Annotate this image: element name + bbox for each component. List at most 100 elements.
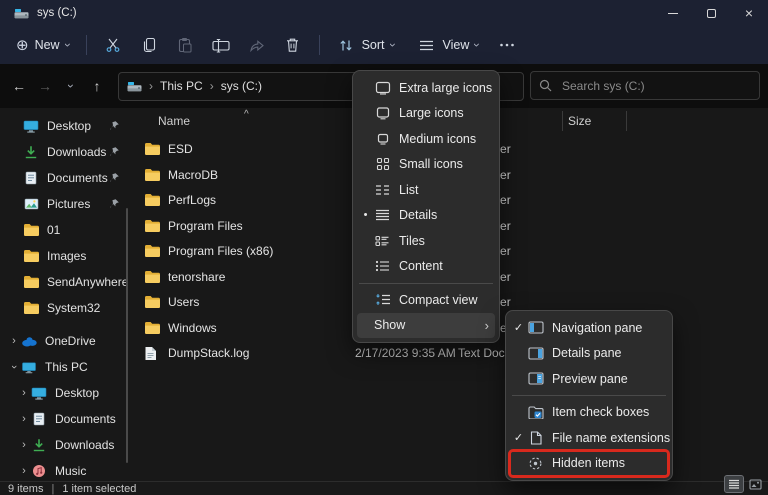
breadcrumb-segment-thispc[interactable]: This PC <box>160 79 203 93</box>
maximize-button[interactable] <box>692 0 730 26</box>
menu-item-item-check-boxes[interactable]: Item check boxes <box>510 400 668 426</box>
chevron-right-icon[interactable]: › <box>18 465 30 477</box>
view-menu: Extra large icons Large icons Medium icons… <box>352 70 500 343</box>
recent-locations-button[interactable]: › <box>58 73 84 99</box>
sort-label: Sort <box>361 38 385 52</box>
folder-icon <box>22 223 40 237</box>
menu-item-label: Compact view <box>399 292 478 307</box>
chevron-right-icon: › <box>484 317 489 333</box>
onedrive-icon <box>20 336 38 347</box>
close-button[interactable]: × <box>730 0 768 26</box>
menu-separator <box>359 282 493 284</box>
menu-item-label: Item check boxes <box>552 405 650 420</box>
chevron-right-icon[interactable]: › <box>8 335 20 347</box>
pictures-icon <box>22 198 40 210</box>
menu-item-label: Details <box>399 208 438 223</box>
compact-view-icon <box>374 293 391 306</box>
tree-item-desktop[interactable]: › Desktop <box>0 380 130 406</box>
paste-button[interactable] <box>167 31 203 59</box>
share-icon <box>247 38 267 53</box>
menu-item-show[interactable]: Show › <box>357 312 495 338</box>
chevron-down-icon: › <box>470 43 485 47</box>
sidebar-item-downloads[interactable]: Downloads <box>0 139 130 165</box>
sidebar-item-images[interactable]: Images <box>0 243 130 269</box>
preview-pane-icon <box>527 372 544 385</box>
menu-item-medium-icons[interactable]: Medium icons <box>357 126 495 152</box>
search-input[interactable] <box>560 77 751 94</box>
rename-button[interactable] <box>203 32 239 59</box>
new-label: New <box>34 38 60 52</box>
chevron-right-icon[interactable]: › <box>18 387 30 399</box>
file-name: PerfLogs <box>168 193 217 207</box>
tree-item-music[interactable]: › Music <box>0 458 130 481</box>
titlebar: sys (C:) × <box>0 0 768 26</box>
minimize-button[interactable] <box>654 0 692 26</box>
up-button[interactable]: ↑ <box>84 73 110 99</box>
tree-item-this-pc[interactable]: › This PC <box>0 354 130 380</box>
sidebar-item-sendanywhere[interactable]: SendAnywhere <box>0 269 130 295</box>
status-divider: | <box>51 482 55 495</box>
search-box[interactable] <box>530 71 760 100</box>
sidebar-item-desktop[interactable]: Desktop <box>0 113 130 139</box>
column-header-name[interactable]: Name <box>158 114 190 128</box>
desktop-icon <box>22 120 40 133</box>
sidebar-item-documents[interactable]: Documents <box>0 165 130 191</box>
more-options-button[interactable] <box>487 37 527 53</box>
column-divider[interactable] <box>626 111 627 131</box>
tree-item-label: OneDrive <box>45 334 96 348</box>
view-toggles <box>724 475 764 493</box>
maximize-icon <box>706 8 716 18</box>
chevron-down-icon[interactable]: › <box>8 361 20 373</box>
thumbnail-view-toggle[interactable] <box>746 476 764 492</box>
details-view-toggle[interactable] <box>724 475 744 493</box>
tree-item-label: Desktop <box>55 386 100 400</box>
cut-button[interactable] <box>95 31 131 59</box>
chevron-right-icon[interactable]: › <box>18 439 30 451</box>
menu-item-list[interactable]: List <box>357 177 495 203</box>
delete-button[interactable] <box>275 31 311 59</box>
breadcrumb-segment-drive[interactable]: sys (C:) <box>221 79 262 93</box>
menu-item-label: Navigation pane <box>552 320 643 335</box>
chevron-right-icon[interactable]: › <box>18 413 30 425</box>
sidebar-item-pictures[interactable]: Pictures <box>0 191 130 217</box>
sidebar-item-label: SendAnywhere <box>47 275 129 289</box>
sort-button[interactable]: Sort › <box>328 32 403 59</box>
menu-item-details[interactable]: • Details <box>357 203 495 229</box>
menu-item-preview-pane[interactable]: Preview pane <box>510 366 668 392</box>
column-header-size[interactable]: Size <box>568 114 591 128</box>
sidebar-item-label: 01 <box>47 223 61 237</box>
menu-item-hidden-items[interactable]: Hidden items <box>508 448 670 478</box>
sidebar-item-01[interactable]: 01 <box>0 217 130 243</box>
sidebar-item-label: Documents <box>47 171 108 185</box>
column-divider[interactable] <box>562 111 563 131</box>
sidebar-scrollbar[interactable] <box>126 208 128 463</box>
menu-item-small-icons[interactable]: Small icons <box>357 152 495 178</box>
menu-item-content[interactable]: Content <box>357 254 495 280</box>
sort-arrows-icon <box>336 38 356 53</box>
file-name: MacroDB <box>168 167 219 182</box>
new-button[interactable]: ⊕ New › <box>8 30 78 60</box>
menu-item-compact-view[interactable]: Compact view <box>357 287 495 313</box>
share-button[interactable] <box>239 32 275 59</box>
folder-icon <box>144 193 161 207</box>
menu-item-file-name-extensions[interactable]: ✓ File name extensions <box>510 425 670 451</box>
back-button[interactable]: ← <box>6 73 32 99</box>
menu-item-large-icons[interactable]: Large icons <box>357 101 495 127</box>
sidebar-item-system32[interactable]: System32 <box>0 295 130 321</box>
view-button[interactable]: View › <box>409 32 488 58</box>
menu-item-tiles[interactable]: Tiles <box>357 228 495 254</box>
pin-icon <box>109 120 120 134</box>
drive-icon <box>14 8 29 19</box>
menu-item-navigation-pane[interactable]: ✓ Navigation pane <box>510 315 668 341</box>
menu-item-details-pane[interactable]: Details pane <box>510 341 668 367</box>
forward-button[interactable]: → <box>32 73 58 99</box>
menu-separator <box>512 395 666 396</box>
file-extensions-icon <box>527 431 544 445</box>
drive-icon <box>127 81 142 92</box>
tree-item-downloads[interactable]: › Downloads <box>0 432 130 458</box>
copy-button[interactable] <box>131 31 167 59</box>
tree-item-documents[interactable]: › Documents <box>0 406 130 432</box>
window-controls: × <box>654 0 768 26</box>
tree-item-onedrive[interactable]: › OneDrive <box>0 328 130 354</box>
menu-item-extra-large-icons[interactable]: Extra large icons <box>357 75 495 101</box>
